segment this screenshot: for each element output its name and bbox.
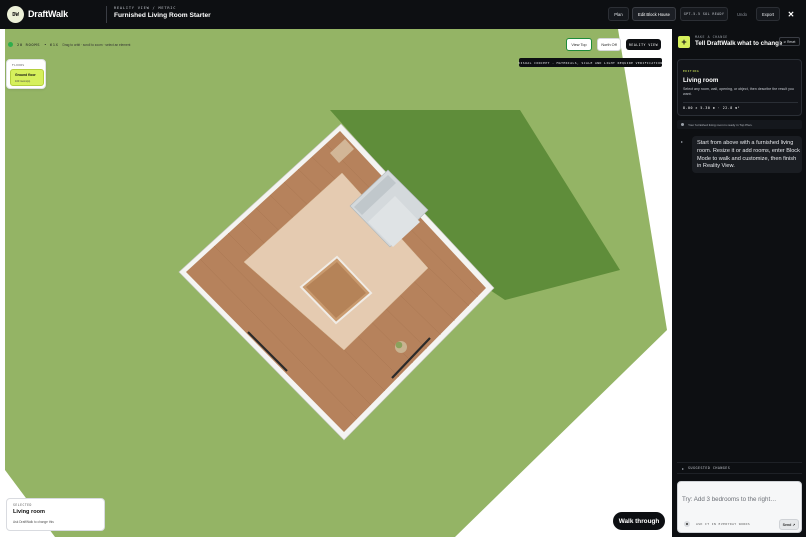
floors-label: Floors <box>12 63 25 67</box>
send-button[interactable]: Send ↗ <box>779 519 799 530</box>
canvas-info-bar: 20 rooms • 61x Drag to orbit · scroll to… <box>8 39 130 50</box>
editing-kicker: Editing <box>683 69 700 73</box>
selection-card: Selected Living room Ask DraftWalk to ch… <box>6 498 105 531</box>
selected-label: Selected <box>13 503 32 507</box>
walk-through-button[interactable]: Walk through <box>613 512 665 530</box>
editing-card: Editing Living room Select any room, wal… <box>677 59 802 116</box>
scene-render[interactable] <box>0 29 672 537</box>
north-off-button[interactable]: North Off <box>597 38 621 51</box>
edit-block-house-button[interactable]: Edit Block House <box>632 7 676 21</box>
room-dimensions: 8.00 × 5.30 m · 22.8 m² <box>683 106 741 110</box>
model-status-badge: GPT-5.5 sol ready <box>680 7 728 21</box>
floor-item-ground[interactable]: Ground floor 100 rooms(s) <box>10 69 44 86</box>
breadcrumb: Reality View / Metric <box>114 6 177 10</box>
chevron-right-icon: ▸ <box>682 465 685 471</box>
note-text: Your furnished living room is ready in T… <box>688 122 753 127</box>
reality-view-button[interactable]: Reality view <box>626 39 661 50</box>
export-button[interactable]: Export <box>756 7 780 21</box>
top-bar: DW DraftWalk Reality View / Metric Furni… <box>0 0 806 29</box>
brand-name: DraftWalk <box>28 9 68 19</box>
floor-name: Ground floor <box>15 73 36 77</box>
reset-button[interactable]: ⊘ Reset <box>779 37 800 46</box>
floors-panel: Floors Ground floor 100 rooms(s) <box>6 59 46 89</box>
logo-badge: DW <box>7 6 24 23</box>
status-note: Your furnished living room is ready in T… <box>677 120 802 129</box>
suggested-changes-label: Suggested changes <box>688 466 731 470</box>
canvas-hint: Drag to orbit · scroll to zoom · select … <box>62 42 131 47</box>
floor-room-count: 100 rooms(s) <box>15 80 31 83</box>
selected-hint[interactable]: Ask DraftWalk to change this <box>13 520 54 524</box>
size-indicator: • 61x <box>44 42 59 47</box>
room-count: 20 rooms <box>17 42 41 47</box>
assistant-message: Start from above with a furnished living… <box>692 136 802 173</box>
composer-hint: Ask it in everyday words <box>696 522 751 526</box>
editing-divider <box>683 102 798 103</box>
view-top-button[interactable]: View Top <box>566 38 592 51</box>
plan-button[interactable]: Plan <box>608 7 629 21</box>
editing-title: Living room <box>683 77 719 84</box>
composer: Ask it in everyday words Send ↗ <box>677 481 802 533</box>
verification-banner: Visual concept · materials, scale and li… <box>518 58 662 67</box>
project-title: Furnished Living Room Starter <box>114 12 211 19</box>
assistant-message-text: Start from above with a furnished living… <box>697 140 800 170</box>
header-divider <box>106 6 107 23</box>
panel-kicker: Make a change <box>695 35 728 39</box>
selected-name: Living room <box>13 509 46 515</box>
3d-canvas[interactable]: 20 rooms • 61x Drag to orbit · scroll to… <box>0 29 672 537</box>
note-dot-icon <box>681 123 684 126</box>
plus-icon: + <box>678 36 690 48</box>
prompt-input[interactable] <box>682 486 799 512</box>
panel-title: Tell DraftWalk what to change <box>695 40 783 47</box>
editing-description: Select any room, wall, opening, or objec… <box>683 87 794 97</box>
status-dot-icon <box>8 42 13 47</box>
microphone-icon[interactable] <box>684 521 690 527</box>
suggested-changes-toggle[interactable]: ▸ Suggested changes <box>677 462 802 474</box>
message-expand-icon[interactable]: ▸ <box>681 139 683 144</box>
undo-button[interactable]: Undo <box>732 7 752 21</box>
close-icon[interactable]: ✕ <box>784 7 798 21</box>
